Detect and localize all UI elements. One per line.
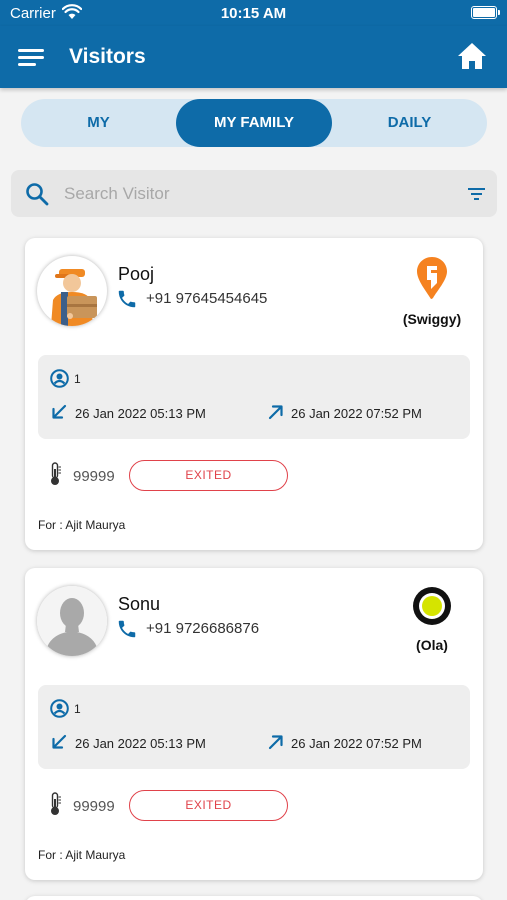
status-badge: EXITED xyxy=(129,460,288,491)
thermometer-icon xyxy=(48,462,62,491)
visitor-phone: +91 9726686876 xyxy=(146,620,260,637)
menu-icon[interactable] xyxy=(18,46,44,68)
visitor-card[interactable]: Sonu +91 9726686876 (Ola) 1 26 Jan 2022 … xyxy=(25,568,483,880)
visitor-name: Pooj xyxy=(118,264,155,284)
thermometer-icon xyxy=(48,792,62,821)
exit-time: 26 Jan 2022 07:52 PM xyxy=(291,736,422,751)
search-bar xyxy=(11,170,497,217)
search-icon[interactable] xyxy=(25,182,49,211)
page-title: Visitors xyxy=(69,45,146,68)
swiggy-logo-icon xyxy=(397,256,467,305)
guest-count: 1 xyxy=(74,702,81,716)
visitor-card[interactable]: Pooj +91 97645454645 (Swiggy) 1 26 Jan 2… xyxy=(25,238,483,550)
clock: 10:15 AM xyxy=(220,5,287,22)
visit-details: 1 26 Jan 2022 05:13 PM 26 Jan 2022 07:52… xyxy=(38,355,470,439)
exit-arrow-icon xyxy=(268,734,284,755)
exit-time: 26 Jan 2022 07:52 PM xyxy=(291,406,422,421)
guest-count-icon xyxy=(50,369,69,393)
visitor-brand: (Ola) xyxy=(397,586,467,653)
visitor-phone: +91 97645454645 xyxy=(146,290,268,307)
app-header: Visitors xyxy=(0,26,507,88)
search-input[interactable] xyxy=(64,183,444,205)
entry-time: 26 Jan 2022 05:13 PM xyxy=(75,736,206,751)
tab-my-family[interactable]: MY FAMILY xyxy=(176,99,332,147)
ola-logo-icon xyxy=(397,586,467,631)
visitor-card[interactable] xyxy=(25,896,483,900)
entry-arrow-icon xyxy=(51,404,67,425)
status-bar: Carrier 10:15 AM xyxy=(0,0,507,26)
phone-icon xyxy=(116,288,138,315)
battery-icon xyxy=(471,6,500,19)
visitor-name: Sonu xyxy=(118,594,161,614)
guest-count-icon xyxy=(50,699,69,723)
phone-icon xyxy=(116,618,138,645)
status-badge: EXITED xyxy=(129,790,288,821)
visitor-brand: (Swiggy) xyxy=(397,256,467,327)
filter-icon[interactable] xyxy=(468,187,485,206)
visitor-avatar xyxy=(37,586,107,656)
tab-my[interactable]: MY xyxy=(21,99,176,147)
temperature-value: 99999 xyxy=(73,468,115,485)
entry-time: 26 Jan 2022 05:13 PM xyxy=(75,406,206,421)
visit-for-label: For : Ajit Maurya xyxy=(38,518,126,532)
visit-details: 1 26 Jan 2022 05:13 PM 26 Jan 2022 07:52… xyxy=(38,685,470,769)
guest-count: 1 xyxy=(74,372,81,386)
tab-daily[interactable]: DAILY xyxy=(332,99,487,147)
brand-name: (Ola) xyxy=(416,637,448,653)
temperature-value: 99999 xyxy=(73,798,115,815)
visit-for-label: For : Ajit Maurya xyxy=(38,848,126,862)
brand-name: (Swiggy) xyxy=(402,311,462,327)
home-icon[interactable] xyxy=(457,42,487,70)
visitor-avatar xyxy=(37,256,107,326)
visitor-tabs: MY MY FAMILY DAILY xyxy=(21,99,487,147)
exit-arrow-icon xyxy=(268,404,284,425)
entry-arrow-icon xyxy=(51,734,67,755)
